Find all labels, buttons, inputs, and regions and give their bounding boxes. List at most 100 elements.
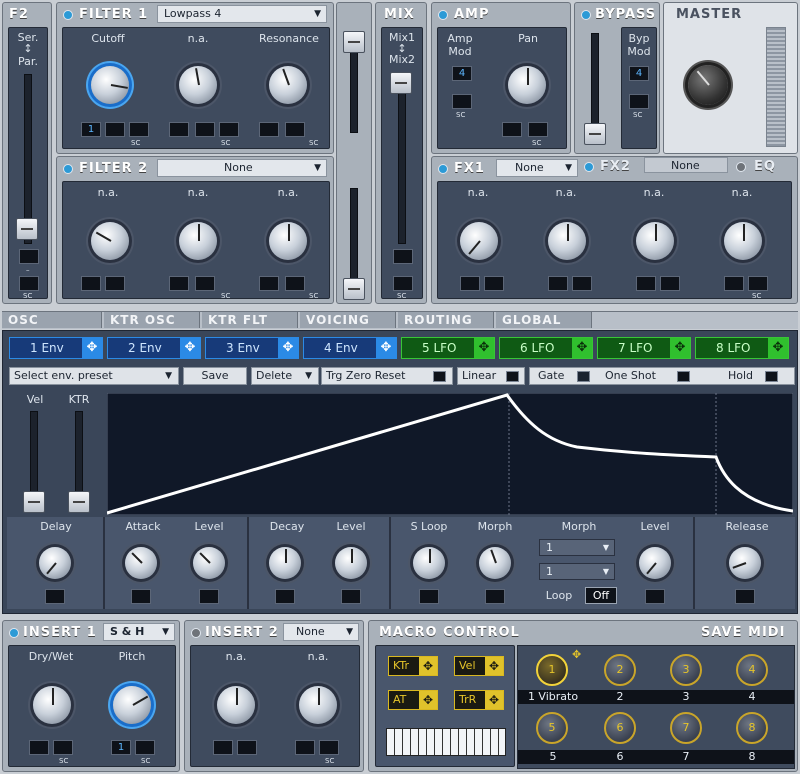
- filter2-slot[interactable]: [169, 276, 189, 291]
- fx1-slot[interactable]: [460, 276, 480, 291]
- fx1-slot[interactable]: [548, 276, 568, 291]
- macro-label-8[interactable]: 8: [720, 750, 784, 763]
- macro-label-4[interactable]: 4: [720, 690, 784, 703]
- filter2-knob2[interactable]: [179, 222, 217, 260]
- insert2-power-led[interactable]: [191, 628, 201, 638]
- fx1-slot[interactable]: [572, 276, 592, 291]
- save-midi-button[interactable]: SAVE MIDI: [701, 625, 785, 640]
- fx1-knob2[interactable]: [548, 222, 586, 260]
- macro-ktr-button[interactable]: KTr ✥: [388, 656, 438, 676]
- macro-label-2[interactable]: 2: [588, 690, 652, 703]
- delay-mod-slot[interactable]: [45, 589, 65, 604]
- fx1-slot[interactable]: [484, 276, 504, 291]
- filter2-level-track[interactable]: [350, 188, 358, 288]
- filter1-knob2-mod-slot[interactable]: [169, 122, 189, 137]
- cutoff-knob[interactable]: [91, 66, 129, 104]
- pan-knob[interactable]: [508, 66, 546, 104]
- mod-tab-5[interactable]: 5 LFO ✥: [401, 337, 495, 359]
- filter2-slot[interactable]: [81, 276, 101, 291]
- tab-voicing[interactable]: VOICING: [300, 312, 396, 328]
- fx2-type-dropdown[interactable]: None: [644, 157, 728, 173]
- linear-checkbox[interactable]: [506, 371, 519, 382]
- master-volume-knob[interactable]: [688, 65, 728, 105]
- fx1-type-dropdown[interactable]: None ▼: [496, 159, 578, 177]
- macro-label-7[interactable]: 7: [654, 750, 718, 763]
- fx2-power-led[interactable]: [584, 162, 594, 172]
- pitch-knob[interactable]: [113, 686, 151, 724]
- mod-tab-8[interactable]: 8 LFO ✥: [695, 337, 789, 359]
- resonance-mod-slot2[interactable]: [285, 122, 305, 137]
- mix-slider-thumb[interactable]: [390, 72, 412, 94]
- mod-tab-2[interactable]: 2 Env ✥: [107, 337, 201, 359]
- macro-knob-8[interactable]: 8: [736, 712, 768, 744]
- cutoff-mod-slot[interactable]: 1: [81, 122, 101, 137]
- loop-toggle[interactable]: Off: [585, 587, 617, 604]
- cutoff-sc-slot[interactable]: [129, 122, 149, 137]
- fx1-slot[interactable]: [636, 276, 656, 291]
- drag-handle-icon[interactable]: ✥: [670, 338, 690, 358]
- drag-handle-icon[interactable]: ✥: [82, 338, 102, 358]
- macro-knob-1[interactable]: 1: [536, 654, 568, 686]
- byp-sc-slot[interactable]: [629, 94, 649, 109]
- filter2-type-dropdown[interactable]: None ▼: [157, 159, 327, 177]
- amp-mod-sc-slot[interactable]: [452, 94, 472, 109]
- vel-slider-thumb[interactable]: [23, 491, 45, 513]
- filter1-type-dropdown[interactable]: Lowpass 4 ▼: [157, 5, 327, 23]
- macro-knob-5[interactable]: 5: [536, 712, 568, 744]
- drag-handle-icon[interactable]: ✥: [474, 338, 494, 358]
- insert2-slot[interactable]: [213, 740, 233, 755]
- drag-handle-icon[interactable]: ✥: [180, 338, 200, 358]
- macro-knob-6[interactable]: 6: [604, 712, 636, 744]
- dry-wet-mod-slot[interactable]: [29, 740, 49, 755]
- amp-power-led[interactable]: [438, 10, 448, 20]
- macro-at-button[interactable]: AT ✥: [388, 690, 438, 710]
- macro-vel-button[interactable]: Vel ✥: [454, 656, 504, 676]
- mod-tab-1[interactable]: 1 Env ✥: [9, 337, 103, 359]
- macro-label-5[interactable]: 5: [520, 750, 586, 763]
- envelope-graph[interactable]: [107, 393, 793, 515]
- one-shot-checkbox[interactable]: [677, 371, 690, 382]
- insert2-slot[interactable]: [319, 740, 339, 755]
- fx2-tab[interactable]: FX2: [600, 159, 631, 174]
- release-mod-slot[interactable]: [735, 589, 755, 604]
- level1-knob[interactable]: [193, 547, 225, 579]
- morph-knob[interactable]: [479, 547, 511, 579]
- pan-mod-slot[interactable]: [502, 122, 522, 137]
- insert1-power-led[interactable]: [9, 628, 19, 638]
- level2-mod-slot[interactable]: [341, 589, 361, 604]
- macro-knob-7[interactable]: 7: [670, 712, 702, 744]
- tab-ktr-flt[interactable]: KTR FLT: [202, 312, 298, 328]
- s-loop-knob[interactable]: [413, 547, 445, 579]
- pitch-mod-slot[interactable]: 1: [111, 740, 131, 755]
- drag-handle-icon[interactable]: ✥: [768, 338, 788, 358]
- dry-wet-knob[interactable]: [33, 686, 71, 724]
- macro-knob-4[interactable]: 4: [736, 654, 768, 686]
- mod-tab-3[interactable]: 3 Env ✥: [205, 337, 299, 359]
- s-loop-mod-slot[interactable]: [419, 589, 439, 604]
- macro-trr-button[interactable]: TrR ✥: [454, 690, 504, 710]
- mix-slider-track[interactable]: [398, 74, 406, 244]
- level2-knob[interactable]: [335, 547, 367, 579]
- level1-mod-slot[interactable]: [199, 589, 219, 604]
- filter2-slot[interactable]: [195, 276, 215, 291]
- insert2-type-dropdown[interactable]: None ▼: [283, 623, 359, 641]
- trg-zero-reset-checkbox[interactable]: [433, 371, 446, 382]
- eq-power-led[interactable]: [736, 162, 746, 172]
- resonance-mod-slot[interactable]: [259, 122, 279, 137]
- filter2-knob1[interactable]: [91, 222, 129, 260]
- filter1-knob2-sc-slot[interactable]: [219, 122, 239, 137]
- f2-routing-slider-thumb[interactable]: [16, 218, 38, 240]
- fx1-power-led[interactable]: [438, 164, 448, 174]
- fx1-knob1[interactable]: [460, 222, 498, 260]
- byp-mod-value[interactable]: 4: [629, 66, 649, 81]
- env-preset-dropdown[interactable]: Select env. preset ▼: [9, 367, 179, 385]
- mix-mod-slot[interactable]: [393, 249, 413, 264]
- insert2-knob2[interactable]: [299, 686, 337, 724]
- hold-checkbox[interactable]: [765, 371, 778, 382]
- macro-move-icon[interactable]: ✥: [572, 648, 581, 661]
- filter2-power-led[interactable]: [63, 164, 73, 174]
- bypass-slider-thumb[interactable]: [584, 123, 606, 145]
- attack-knob[interactable]: [125, 547, 157, 579]
- filter1-knob2-mod-slot2[interactable]: [195, 122, 215, 137]
- decay-knob[interactable]: [269, 547, 301, 579]
